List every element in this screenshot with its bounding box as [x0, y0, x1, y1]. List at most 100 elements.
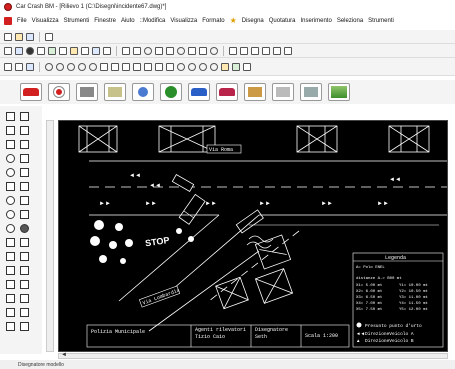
- menu-file[interactable]: File: [17, 18, 27, 24]
- menu-visualizza[interactable]: Visualizza: [32, 18, 59, 24]
- new-file-icon[interactable]: [4, 32, 12, 41]
- hatch-icon[interactable]: [188, 46, 196, 55]
- save-icon[interactable]: [26, 32, 34, 41]
- pencil-tool-icon[interactable]: [6, 126, 15, 135]
- drawing-canvas[interactable]: Via Roma Via Lombardia ◄◄ ◄◄ ►► ►► ►► ►►…: [58, 120, 448, 352]
- ellipse-tool-icon[interactable]: [6, 224, 15, 233]
- hatch-tool-icon[interactable]: [6, 308, 15, 317]
- menu-strumenti-2[interactable]: Strumenti: [368, 18, 394, 24]
- line-icon[interactable]: [122, 46, 130, 55]
- snap-intersection-icon[interactable]: [232, 62, 240, 71]
- car-blue-symbol[interactable]: [188, 83, 210, 101]
- menu-formato[interactable]: Formato: [202, 18, 224, 24]
- dim-aligned-icon[interactable]: [240, 46, 248, 55]
- menu-modifica[interactable]: ::Modifica: [140, 18, 166, 24]
- snap-endpoint-icon[interactable]: [177, 62, 185, 71]
- brush-tool-icon[interactable]: [6, 140, 15, 149]
- car-red-symbol[interactable]: [20, 83, 42, 101]
- menu-strumenti[interactable]: Strumenti: [64, 18, 90, 24]
- cross-symbol[interactable]: [272, 83, 294, 101]
- pan-icon[interactable]: [70, 46, 78, 55]
- zoom-window-icon[interactable]: [67, 62, 75, 71]
- dimension-tool-icon[interactable]: [6, 294, 15, 303]
- layer-icon[interactable]: [4, 46, 12, 55]
- roundabout-symbol[interactable]: [300, 83, 322, 101]
- polyline-icon[interactable]: [133, 46, 141, 55]
- arc-icon[interactable]: [155, 46, 163, 55]
- scroll-left-arrow-icon[interactable]: ◄: [61, 352, 67, 358]
- box-tool-icon[interactable]: [6, 182, 15, 191]
- zoom-out-icon[interactable]: [56, 62, 64, 71]
- rect-tool-icon[interactable]: [20, 154, 29, 163]
- ellipse-icon[interactable]: [177, 46, 185, 55]
- zoom-extents-icon[interactable]: [78, 62, 86, 71]
- dim-angular-icon[interactable]: [251, 46, 259, 55]
- copy-tool-icon[interactable]: [20, 126, 29, 135]
- copy-icon[interactable]: [4, 62, 12, 71]
- line-tool-icon[interactable]: [20, 112, 29, 121]
- snap-center-icon[interactable]: [199, 62, 207, 71]
- layer-color-icon[interactable]: [166, 62, 174, 71]
- zoom-icon[interactable]: [81, 46, 89, 55]
- crash-symbol[interactable]: [216, 83, 238, 101]
- rotate-icon[interactable]: [199, 46, 207, 55]
- circle-tool-icon[interactable]: [6, 168, 15, 177]
- table-tool-icon[interactable]: [6, 280, 15, 289]
- regen-icon[interactable]: [100, 62, 108, 71]
- junction-symbol[interactable]: [104, 83, 126, 101]
- person-symbol[interactable]: [132, 83, 154, 101]
- crossroad-symbol[interactable]: [76, 83, 98, 101]
- layer-on-icon[interactable]: [122, 62, 130, 71]
- stretch-tool-icon[interactable]: [20, 168, 29, 177]
- properties-icon[interactable]: [92, 46, 100, 55]
- snap-midpoint-icon[interactable]: [188, 62, 196, 71]
- ortho-icon[interactable]: [37, 46, 45, 55]
- spline-tool-icon[interactable]: [6, 238, 15, 247]
- move-tool-icon[interactable]: [20, 210, 29, 219]
- snap-icon[interactable]: [26, 46, 34, 55]
- arc-tool-icon[interactable]: [6, 196, 15, 205]
- break-tool-icon[interactable]: [20, 294, 29, 303]
- layer-freeze-icon[interactable]: [144, 62, 152, 71]
- select-tool-icon[interactable]: [6, 112, 15, 121]
- scale-tool-icon[interactable]: [20, 182, 29, 191]
- leader-icon[interactable]: [284, 46, 292, 55]
- polar-icon[interactable]: [48, 46, 56, 55]
- layer-lock-icon[interactable]: [155, 62, 163, 71]
- region-tool-icon[interactable]: [6, 252, 15, 261]
- rectangle-icon[interactable]: [166, 46, 174, 55]
- fill-tool-icon[interactable]: [20, 224, 29, 233]
- dim-diameter-icon[interactable]: [273, 46, 281, 55]
- menu-aiuto[interactable]: Aiuto: [121, 18, 135, 24]
- eraser-tool-icon[interactable]: [20, 140, 29, 149]
- grid-icon[interactable]: [15, 46, 23, 55]
- tree-symbol[interactable]: [160, 83, 182, 101]
- dim-radius-icon[interactable]: [262, 46, 270, 55]
- block-tool-icon[interactable]: [6, 322, 15, 331]
- trim-tool-icon[interactable]: [20, 238, 29, 247]
- open-folder-icon[interactable]: [15, 32, 23, 41]
- dim-linear-icon[interactable]: [229, 46, 237, 55]
- print-icon[interactable]: [45, 32, 53, 41]
- menu-disegna[interactable]: Disegna: [242, 18, 264, 24]
- array-tool-icon[interactable]: [20, 280, 29, 289]
- zoom-previous-icon[interactable]: [89, 62, 97, 71]
- menu-inserimento[interactable]: Inserimento: [300, 18, 331, 24]
- building-symbol[interactable]: [244, 83, 266, 101]
- explode-tool-icon[interactable]: [20, 266, 29, 275]
- road-sign-symbol[interactable]: [48, 83, 70, 101]
- circle-icon[interactable]: [144, 46, 152, 55]
- zoom-in-icon[interactable]: [45, 62, 53, 71]
- fillet-tool-icon[interactable]: [20, 196, 29, 205]
- menu-quotatura[interactable]: Quotatura: [269, 18, 296, 24]
- snap-nearest-icon[interactable]: [243, 62, 251, 71]
- redraw-icon[interactable]: [111, 62, 119, 71]
- snap-node-icon[interactable]: [210, 62, 218, 71]
- snap-quadrant-icon[interactable]: [221, 62, 229, 71]
- curve-tool-icon[interactable]: [6, 154, 15, 163]
- menu-visualizza-2[interactable]: Visualizza: [170, 18, 197, 24]
- donut-tool-icon[interactable]: [6, 210, 15, 219]
- menu-seleziona[interactable]: Seleziona: [337, 18, 363, 24]
- block-icon[interactable]: [103, 46, 111, 55]
- mirror-icon[interactable]: [15, 62, 23, 71]
